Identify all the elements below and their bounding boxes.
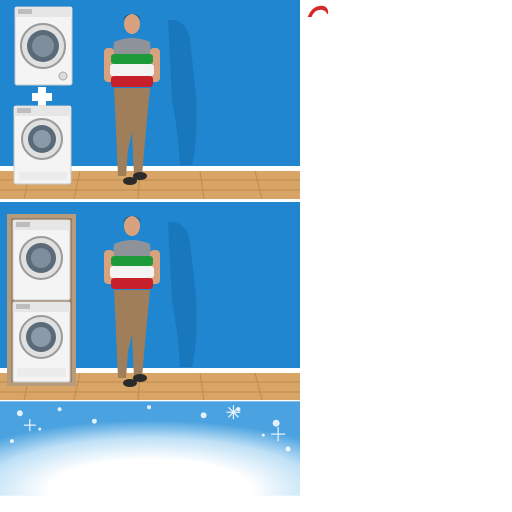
santa-hat-icon xyxy=(304,2,332,26)
washer-appliance xyxy=(12,301,71,383)
scene-separate-svg xyxy=(0,0,300,199)
scene-separate-appliances[interactable] xyxy=(0,0,300,199)
snow-banner-svg xyxy=(0,401,300,496)
dryer-appliance xyxy=(14,6,73,86)
scene-stacked-appliances[interactable] xyxy=(0,202,300,400)
washer-appliance xyxy=(13,105,72,185)
dryer-appliance xyxy=(12,219,71,301)
snow-banner xyxy=(0,401,302,496)
scene-stacked-svg xyxy=(0,202,300,400)
snow-background xyxy=(0,401,300,496)
